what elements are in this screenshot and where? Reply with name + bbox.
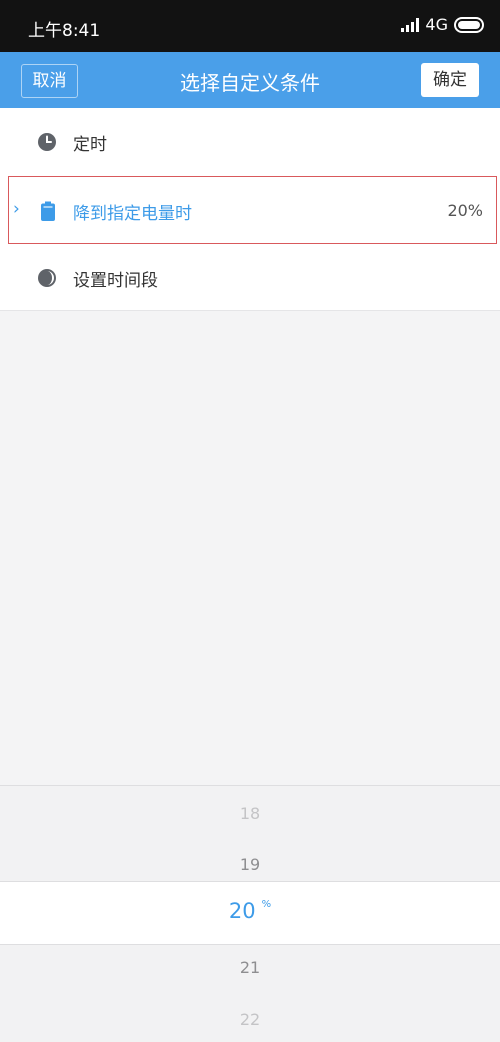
condition-item-battery[interactable]: › 降到指定电量时 20%: [8, 176, 497, 244]
battery-status-icon: [454, 16, 484, 33]
condition-label-battery: 降到指定电量时: [73, 204, 192, 224]
condition-label-timer: 定时: [73, 135, 107, 155]
battery-icon: [41, 201, 55, 221]
condition-item-period[interactable]: 设置时间段: [0, 244, 500, 312]
picker-unit: %: [261, 899, 272, 910]
picker-option[interactable]: 21: [0, 958, 500, 977]
status-bar: 上午8:41 4G: [0, 0, 500, 52]
status-indicators: 4G: [401, 15, 484, 34]
clock-icon: [38, 133, 56, 151]
chevron-right-icon: ›: [13, 199, 20, 219]
condition-list: 定时 › 降到指定电量时 20% 设置时间段: [0, 108, 500, 311]
picker-selected-number: 20: [228, 899, 256, 923]
percent-picker[interactable]: 18 19 20% 21 22: [0, 785, 500, 1042]
picker-option[interactable]: 18: [0, 804, 500, 823]
signal-icon: [401, 17, 420, 32]
confirm-button[interactable]: 确定: [421, 63, 479, 97]
condition-item-timer[interactable]: 定时: [0, 108, 500, 176]
battery-threshold-value: 20%: [447, 201, 483, 220]
picker-selected-row[interactable]: 20%: [0, 881, 500, 945]
network-label: 4G: [425, 15, 448, 34]
picker-option[interactable]: 22: [0, 1010, 500, 1029]
picker-option[interactable]: 19: [0, 855, 500, 874]
status-time: 上午8:41: [28, 21, 101, 41]
picker-selected-value: 20%: [0, 899, 500, 923]
nav-bar: 取消 选择自定义条件 确定: [0, 52, 500, 108]
condition-label-period: 设置时间段: [73, 271, 158, 291]
moon-icon: [38, 269, 56, 287]
